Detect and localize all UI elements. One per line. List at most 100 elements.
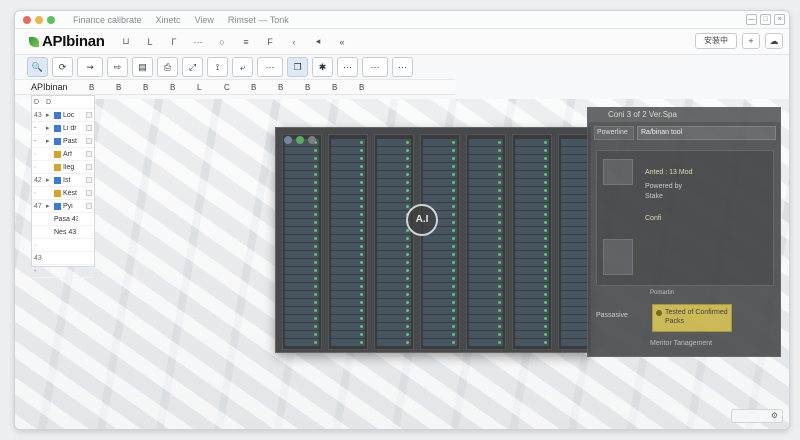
server-unit: [423, 251, 457, 258]
tree-row[interactable]: 43 ▸ Loc: [32, 109, 94, 122]
restore-icon[interactable]: □: [760, 14, 771, 25]
column-4[interactable]: B: [170, 83, 197, 92]
search-input[interactable]: Ra/binan tool: [637, 126, 776, 140]
ribbon-tab-7[interactable]: F: [265, 37, 275, 47]
ribbon-tab-4[interactable]: ···: [193, 37, 203, 47]
tree-row[interactable]: 47 ▸ Pyi: [32, 200, 94, 213]
window-tool-icon[interactable]: ❐: [287, 57, 308, 77]
expand-chevron-icon[interactable]: ▸: [46, 111, 54, 119]
tree-row[interactable]: -: [32, 265, 94, 278]
column-5[interactable]: L: [197, 83, 224, 92]
menu-item-edit[interactable]: Xinetc: [156, 15, 181, 25]
row-checkbox[interactable]: [86, 190, 92, 196]
server-unit: [423, 283, 457, 290]
column-2[interactable]: B: [116, 83, 143, 92]
forward-tool-icon[interactable]: ⇨: [107, 57, 128, 77]
column-10[interactable]: B: [332, 83, 359, 92]
star-tool-icon[interactable]: ✱: [312, 57, 333, 77]
tree-row[interactable]: · Arf: [32, 148, 94, 161]
row-checkbox[interactable]: [86, 203, 92, 209]
row-checkbox[interactable]: [86, 151, 92, 157]
row-checkbox[interactable]: [86, 112, 92, 118]
add-icon[interactable]: +: [742, 33, 760, 49]
refresh-tool-icon[interactable]: ⟳: [52, 57, 73, 77]
row-checkbox[interactable]: [86, 138, 92, 144]
minimize-dot-icon[interactable]: [35, 15, 43, 24]
footer-link[interactable]: Meritor Tanagement: [650, 340, 712, 347]
server-unit: [515, 195, 549, 202]
menu-item-window[interactable]: Rimset — Tonk: [228, 15, 289, 25]
expand-chevron-icon[interactable]: ▸: [46, 124, 54, 132]
menu-item-view[interactable]: View: [195, 15, 214, 25]
cloud-icon[interactable]: ☁: [765, 33, 783, 49]
tree-row[interactable]: - ▸ Past: [32, 135, 94, 148]
settings-icon[interactable]: ⚙: [731, 409, 783, 423]
route-tool-icon[interactable]: ⇝: [77, 57, 103, 77]
search-scope-dropdown[interactable]: Powerline: [594, 126, 634, 140]
column-11[interactable]: B: [359, 83, 386, 92]
tree-row[interactable]: - ▸ Li dr: [32, 122, 94, 135]
preview-dot-icon-1[interactable]: [284, 136, 292, 144]
row-checkbox[interactable]: [86, 125, 92, 131]
close-dot-icon[interactable]: [23, 15, 31, 24]
dots-tool-icon-3[interactable]: ⋯: [392, 57, 413, 77]
install-button[interactable]: 安装中: [695, 33, 737, 49]
undo-tool-icon[interactable]: ⤶: [232, 57, 253, 77]
server-unit: [423, 147, 457, 154]
anchor-tool-icon[interactable]: ⟟: [207, 57, 228, 77]
dots-tool-icon-1[interactable]: ⋯: [337, 57, 358, 77]
confirmation-note[interactable]: Tested of Confirmed Packs: [652, 304, 732, 332]
server-unit: [377, 299, 411, 306]
expand-chevron-icon[interactable]: ▸: [46, 176, 54, 184]
tree-row-label: Arf: [63, 150, 72, 158]
ribbon-tab-10[interactable]: «: [337, 37, 347, 47]
column-9[interactable]: B: [305, 83, 332, 92]
more-tool-icon[interactable]: ⋯: [257, 57, 283, 77]
ribbon-tab-2[interactable]: L: [145, 37, 155, 47]
ai-badge[interactable]: A.I: [406, 204, 438, 236]
column-3[interactable]: B: [143, 83, 170, 92]
maximize-dot-icon[interactable]: [47, 15, 55, 24]
tree-row[interactable]: · Kest: [32, 187, 94, 200]
column-name[interactable]: APIbinan: [31, 82, 89, 92]
server-unit: [515, 147, 549, 154]
expand-chevron-icon[interactable]: ▸: [46, 202, 54, 210]
preview-dot-icon-3[interactable]: [308, 136, 316, 144]
expand-chevron-icon[interactable]: ▸: [46, 137, 54, 145]
ribbon-tabs: ⊔ L Γ ··· ○ ≡ F ‹ ◂ «: [121, 36, 347, 47]
column-7[interactable]: B: [251, 83, 278, 92]
column-8[interactable]: B: [278, 83, 305, 92]
server-unit: [423, 275, 457, 282]
file-icon: [54, 111, 61, 119]
row-checkbox[interactable]: [86, 164, 92, 170]
search-tool-icon[interactable]: 🔍: [27, 57, 48, 77]
column-1[interactable]: B: [89, 83, 116, 92]
ribbon-tab-6[interactable]: ≡: [241, 37, 251, 47]
tree-row[interactable]: Nes 43: [32, 226, 94, 239]
tree-row[interactable]: ·: [32, 239, 94, 252]
preview-dot-icon-2[interactable]: [296, 136, 304, 144]
server-preview-window[interactable]: A.I: [275, 127, 591, 353]
ribbon-tab-3[interactable]: Γ: [169, 37, 179, 47]
expand-tool-icon[interactable]: ⤢: [182, 57, 203, 77]
tree-row[interactable]: 43: [32, 252, 94, 265]
close-icon[interactable]: ×: [774, 14, 785, 25]
folder-icon: [54, 189, 61, 197]
tree-row[interactable]: · Ileg: [32, 161, 94, 174]
tree-row[interactable]: Pasa 43: [32, 213, 94, 226]
tree-row[interactable]: 42 ▸ Ist: [32, 174, 94, 187]
list-tool-icon[interactable]: ▤: [132, 57, 153, 77]
ribbon-tab-9[interactable]: ◂: [313, 36, 323, 47]
server-unit: [331, 235, 365, 242]
print-tool-icon[interactable]: ⎙: [157, 57, 178, 77]
server-rack: [512, 134, 552, 350]
ribbon-tab-5[interactable]: ○: [217, 37, 227, 47]
column-6[interactable]: C: [224, 83, 251, 92]
ribbon-tab-8[interactable]: ‹: [289, 37, 299, 47]
server-unit: [469, 339, 503, 346]
row-checkbox[interactable]: [86, 177, 92, 183]
ribbon-tab-1[interactable]: ⊔: [121, 36, 131, 47]
dots-tool-icon-2[interactable]: ⋯: [362, 57, 388, 77]
minimize-icon[interactable]: —: [746, 14, 757, 25]
menu-item-file[interactable]: Finance calibrate: [73, 15, 142, 25]
